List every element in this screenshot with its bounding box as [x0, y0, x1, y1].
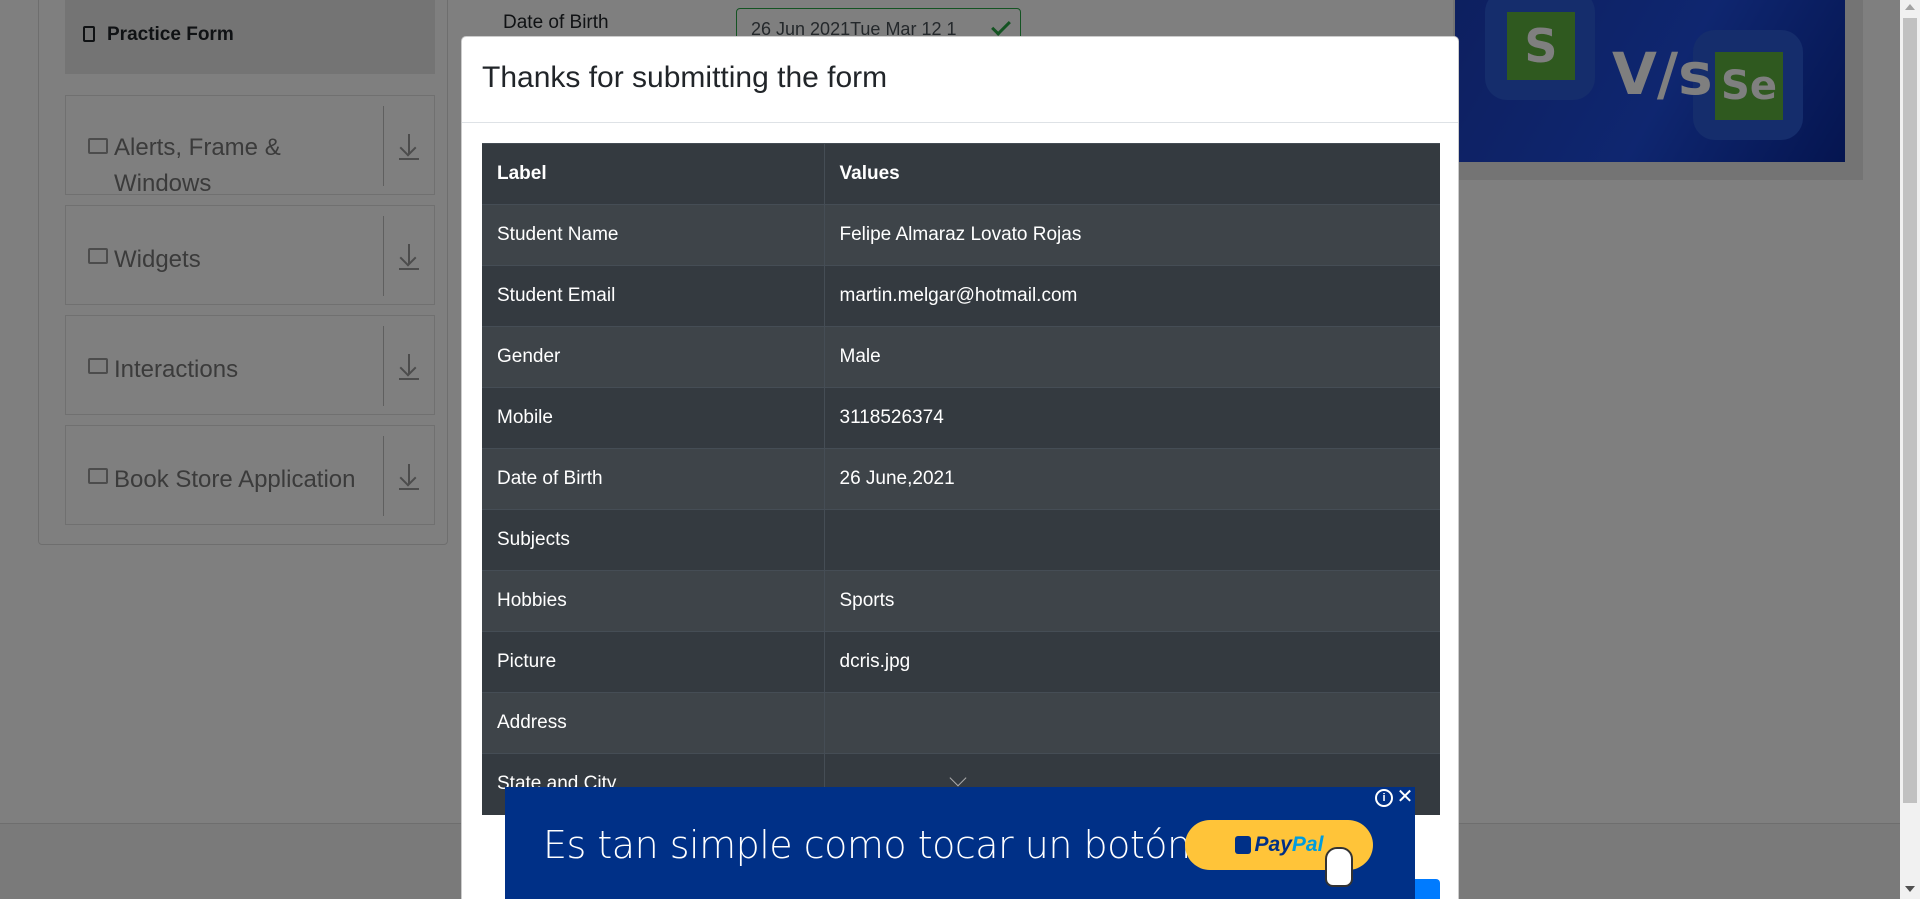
results-table-container[interactable]: Label Values Student Name Felipe Almaraz…	[482, 143, 1440, 815]
row-value: dcris.jpg	[824, 631, 1440, 693]
row-label: Gender	[482, 326, 825, 388]
ad-text: Es tan simple como tocar un botón.	[543, 823, 1203, 867]
row-label: Subjects	[482, 509, 825, 571]
row-label: Student Email	[482, 265, 825, 327]
row-value	[824, 692, 1440, 754]
paypal-ad[interactable]: Es tan simple como tocar un botón. PayPa…	[505, 787, 1415, 899]
paypal-pal: Pal	[1291, 833, 1324, 856]
scroll-up-arrow-icon[interactable]	[1905, 4, 1915, 10]
row-label: Address	[482, 692, 825, 754]
row-value: Male	[824, 326, 1440, 388]
table-header-label: Label	[482, 143, 825, 205]
table-row: Picture dcris.jpg	[482, 631, 1440, 693]
row-value	[824, 509, 1440, 571]
row-value: Felipe Almaraz Lovato Rojas	[824, 204, 1440, 266]
row-label: Mobile	[482, 387, 825, 449]
row-value: martin.melgar@hotmail.com	[824, 265, 1440, 327]
row-label: Date of Birth	[482, 448, 825, 510]
row-value: Sports	[824, 570, 1440, 632]
table-row: Mobile 3118526374	[482, 387, 1440, 449]
row-label: Picture	[482, 631, 825, 693]
ad-info-icon[interactable]: i	[1375, 789, 1393, 807]
hand-pointer-icon	[1325, 847, 1353, 887]
page-scrollbar[interactable]	[1900, 0, 1920, 899]
table-row: Gender Male	[482, 326, 1440, 388]
scroll-down-arrow-icon[interactable]	[1905, 886, 1915, 892]
ad-close-icon[interactable]: ✕	[1395, 787, 1415, 807]
modal-header: Thanks for submitting the form	[462, 37, 1458, 123]
table-row: Student Name Felipe Almaraz Lovato Rojas	[482, 204, 1440, 266]
table-row: Subjects	[482, 509, 1440, 571]
table-row: Student Email martin.melgar@hotmail.com	[482, 265, 1440, 327]
paypal-logo-icon	[1234, 836, 1251, 854]
row-label: Student Name	[482, 204, 825, 266]
row-label: Hobbies	[482, 570, 825, 632]
table-header-values: Values	[824, 143, 1440, 205]
results-table: Label Values Student Name Felipe Almaraz…	[482, 143, 1440, 815]
row-value: 26 June,2021	[824, 448, 1440, 510]
scrollbar-thumb[interactable]	[1903, 18, 1917, 803]
modal-title: Thanks for submitting the form	[482, 61, 888, 94]
table-row: Hobbies Sports	[482, 570, 1440, 632]
table-row: Address	[482, 692, 1440, 754]
table-row: Date of Birth 26 June,2021	[482, 448, 1440, 510]
paypal-pay: Pay	[1254, 833, 1292, 856]
submission-modal: Thanks for submitting the form Label Val…	[461, 36, 1459, 899]
row-value: 3118526374	[824, 387, 1440, 449]
